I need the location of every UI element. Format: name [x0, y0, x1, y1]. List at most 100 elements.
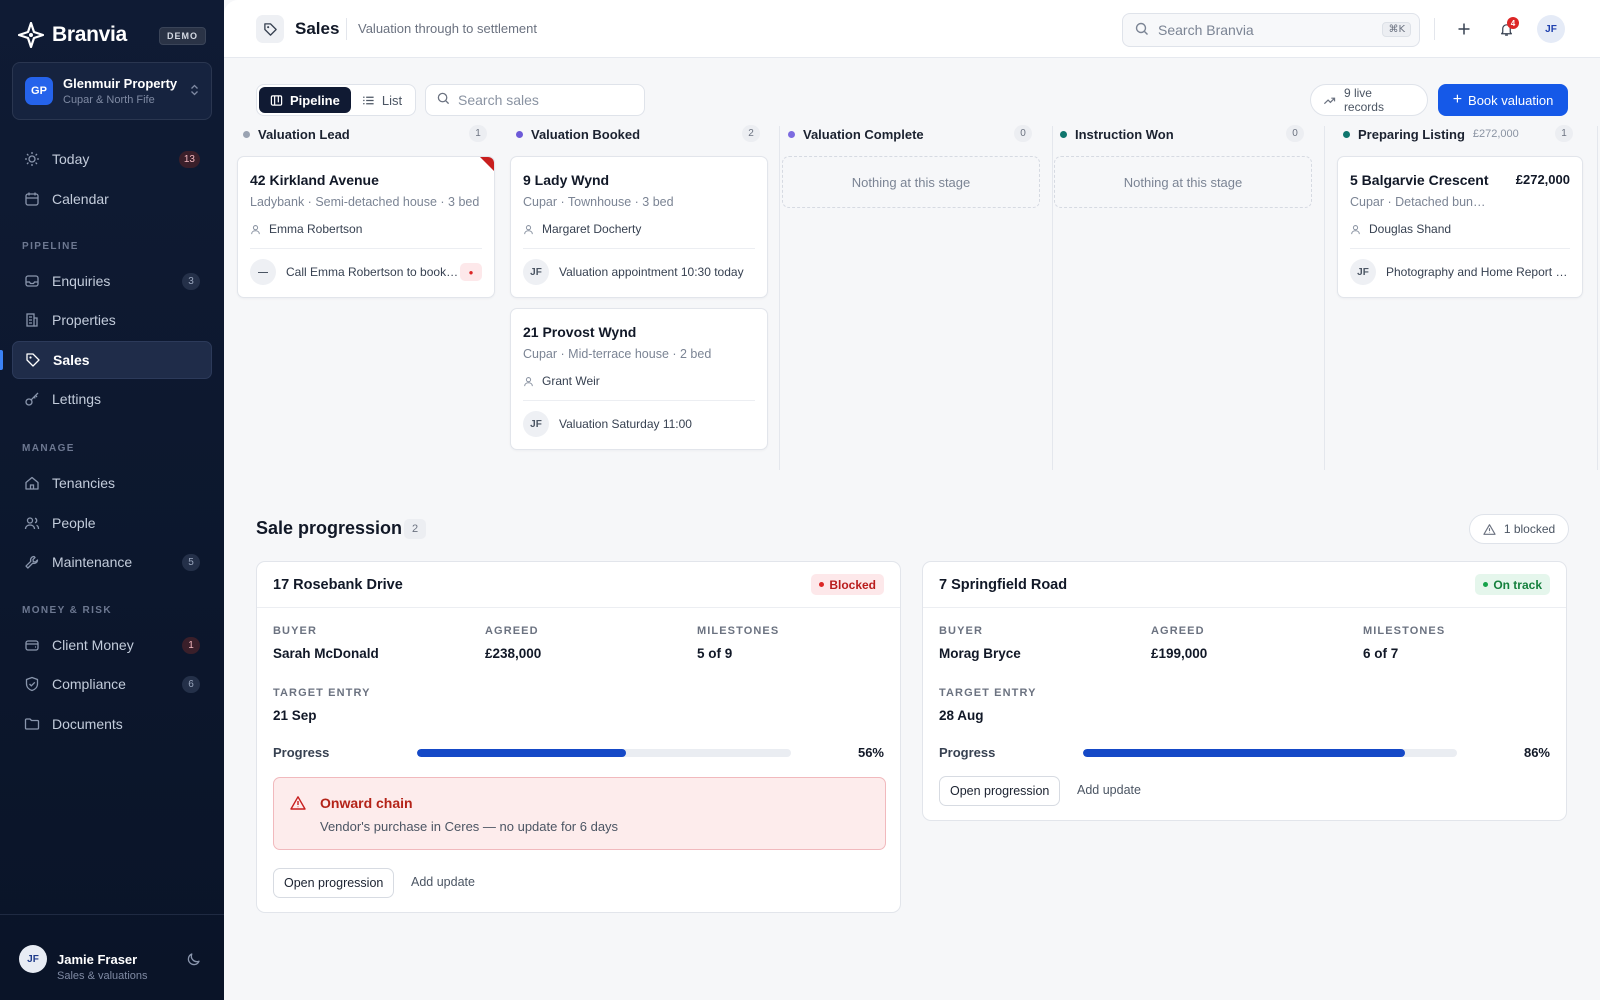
- sidebar-item-today[interactable]: Today 13: [12, 140, 212, 178]
- deal-card[interactable]: 21 Provost Wynd Cupar · Mid-terrace hous…: [510, 308, 768, 450]
- pipeline-column-valuation-booked: Valuation Booked 2 9 Lady Wynd Cupar · T…: [510, 124, 768, 470]
- agreed-field: AGREED £238,000: [485, 625, 541, 661]
- progress-percent: 56%: [857, 745, 884, 760]
- progress-label: Progress: [273, 745, 330, 760]
- card-next-task[interactable]: JF Valuation appointment 10:30 today: [523, 259, 755, 285]
- brand-name: Branvia: [52, 23, 127, 46]
- sidebar-item-label: Sales: [53, 352, 90, 368]
- plus-icon[interactable]: [1452, 17, 1476, 41]
- book-valuation-button[interactable]: + Book valuation: [1438, 84, 1568, 116]
- sidebar-item-lettings[interactable]: Lettings: [12, 380, 212, 418]
- org-area: Cupar & North Fife: [63, 94, 155, 106]
- card-title: 42 Kirkland Avenue: [250, 172, 379, 188]
- wallet-icon: [24, 637, 40, 653]
- section-label-manage: MANAGE: [22, 443, 75, 454]
- global-search-input[interactable]: [1158, 22, 1368, 38]
- sidebar-item-label: Maintenance: [52, 554, 133, 570]
- property-address[interactable]: 7 Springfield Road: [939, 577, 1067, 593]
- task-text: Valuation Saturday 11:00: [559, 417, 692, 431]
- alert-title: Onward chain: [320, 795, 413, 811]
- sidebar-item-client-money[interactable]: Client Money 1: [12, 626, 212, 664]
- notification-count-badge: 4: [1507, 17, 1519, 29]
- open-progression-button[interactable]: Open progression: [273, 868, 395, 898]
- field-label: TARGET ENTRY: [939, 687, 1037, 699]
- sales-search-input[interactable]: [458, 92, 628, 108]
- deal-card[interactable]: 5 Balgarvie Crescent £272,000 Cupar · De…: [1337, 156, 1583, 298]
- deal-card[interactable]: 42 Kirkland Avenue Ladybank · Semi-detac…: [237, 156, 495, 298]
- divider: [523, 400, 755, 401]
- milestones-value: 6 of 7: [1363, 646, 1399, 661]
- sidebar-item-compliance[interactable]: Compliance 6: [12, 665, 212, 703]
- sun-icon: [24, 151, 40, 167]
- sidebar: Branvia DEMO GP Glenmuir Property Cupar …: [0, 0, 224, 1000]
- sales-search[interactable]: [425, 84, 645, 116]
- alert-text: Vendor's purchase in Ceres — no update f…: [320, 819, 619, 834]
- sidebar-item-enquiries[interactable]: Enquiries 3: [12, 262, 212, 300]
- empty-stage: Nothing at this stage: [782, 156, 1040, 208]
- divider: [1350, 248, 1570, 249]
- divider: [1434, 18, 1435, 40]
- add-update-link[interactable]: Add update: [411, 875, 475, 889]
- brand[interactable]: Branvia DEMO: [17, 20, 208, 50]
- blocked-filter-pill[interactable]: 1 blocked: [1469, 514, 1569, 544]
- user-icon: [524, 376, 533, 386]
- column-title: Valuation Lead: [258, 126, 350, 142]
- column-divider: [1052, 126, 1053, 470]
- divider: [346, 18, 347, 40]
- task-assignee: JF: [523, 411, 549, 437]
- moon-icon[interactable]: [186, 951, 202, 970]
- open-progression-button[interactable]: Open progression: [939, 776, 1061, 806]
- card-title: 9 Lady Wynd: [523, 172, 610, 188]
- live-records-pill[interactable]: 9 live records: [1310, 84, 1428, 116]
- property-address[interactable]: 17 Rosebank Drive: [273, 577, 403, 593]
- add-update-link[interactable]: Add update: [1077, 783, 1141, 797]
- column-amount: £272,000: [1472, 128, 1519, 140]
- progress-fill: [1083, 749, 1405, 757]
- list-icon: [362, 96, 374, 104]
- org-name: Glenmuir Property: [63, 76, 178, 91]
- global-search[interactable]: ⌘K: [1122, 13, 1420, 47]
- avatar[interactable]: JF: [1537, 15, 1565, 43]
- stage-dot: [1343, 130, 1350, 138]
- column-header: Instruction Won 0: [1060, 124, 1312, 144]
- overdue-flag: ●: [460, 263, 482, 281]
- sidebar-item-label: Tenancies: [52, 475, 116, 491]
- org-switcher[interactable]: GP Glenmuir Property Cupar & North Fife: [12, 62, 212, 120]
- sidebar-item-documents[interactable]: Documents: [12, 705, 212, 743]
- column-count: 0: [1286, 125, 1304, 142]
- tab-pipeline[interactable]: Pipeline: [259, 87, 351, 113]
- card-meta: Cupar · Townhouse · 3 bed: [523, 195, 674, 209]
- progress-bar: [417, 749, 791, 757]
- task-text: Valuation appointment 10:30 today: [559, 265, 744, 279]
- agreed-price: £238,000: [485, 646, 542, 661]
- progression-count: 2: [404, 519, 426, 539]
- user-profile[interactable]: JF Jamie Fraser Sales & valuations: [0, 914, 224, 1000]
- progression-card: 7 Springfield Road On track BUYER Morag …: [922, 561, 1567, 821]
- page-subtitle: Valuation through to settlement: [358, 21, 537, 36]
- sidebar-item-label: Compliance: [52, 676, 126, 692]
- pipeline-column-valuation-complete: Valuation Complete 0 Nothing at this sta…: [782, 124, 1040, 470]
- sidebar-item-calendar[interactable]: Calendar: [12, 180, 212, 218]
- agreed-field: AGREED £199,000: [1151, 625, 1207, 661]
- card-next-task[interactable]: JF Valuation Saturday 11:00: [523, 411, 755, 437]
- sidebar-item-tenancies[interactable]: Tenancies: [12, 464, 212, 502]
- sidebar-item-maintenance[interactable]: Maintenance 5: [12, 543, 212, 581]
- milestones-field: MILESTONES 5 of 9: [697, 625, 779, 661]
- today-count-badge: 13: [178, 151, 200, 168]
- divider: [250, 248, 482, 249]
- deal-card[interactable]: 9 Lady Wynd Cupar · Townhouse · 3 bed Ma…: [510, 156, 768, 298]
- status-dot: [819, 582, 825, 587]
- calendar-icon: [24, 191, 40, 207]
- sidebar-item-people[interactable]: People: [12, 504, 212, 542]
- sidebar-item-sales[interactable]: Sales: [12, 341, 212, 379]
- card-price: £272,000: [1515, 172, 1570, 187]
- user-icon: [251, 224, 260, 234]
- sidebar-item-label: Documents: [52, 716, 123, 732]
- tab-list[interactable]: List: [351, 87, 413, 113]
- enquiries-count-badge: 3: [182, 273, 200, 290]
- card-next-task[interactable]: — Call Emma Robertson to book valuation …: [250, 259, 482, 285]
- column-divider: [779, 126, 780, 470]
- sidebar-item-properties[interactable]: Properties: [12, 301, 212, 339]
- card-next-task[interactable]: JF Photography and Home Report booked: [1350, 259, 1570, 285]
- field-label: BUYER: [273, 625, 318, 637]
